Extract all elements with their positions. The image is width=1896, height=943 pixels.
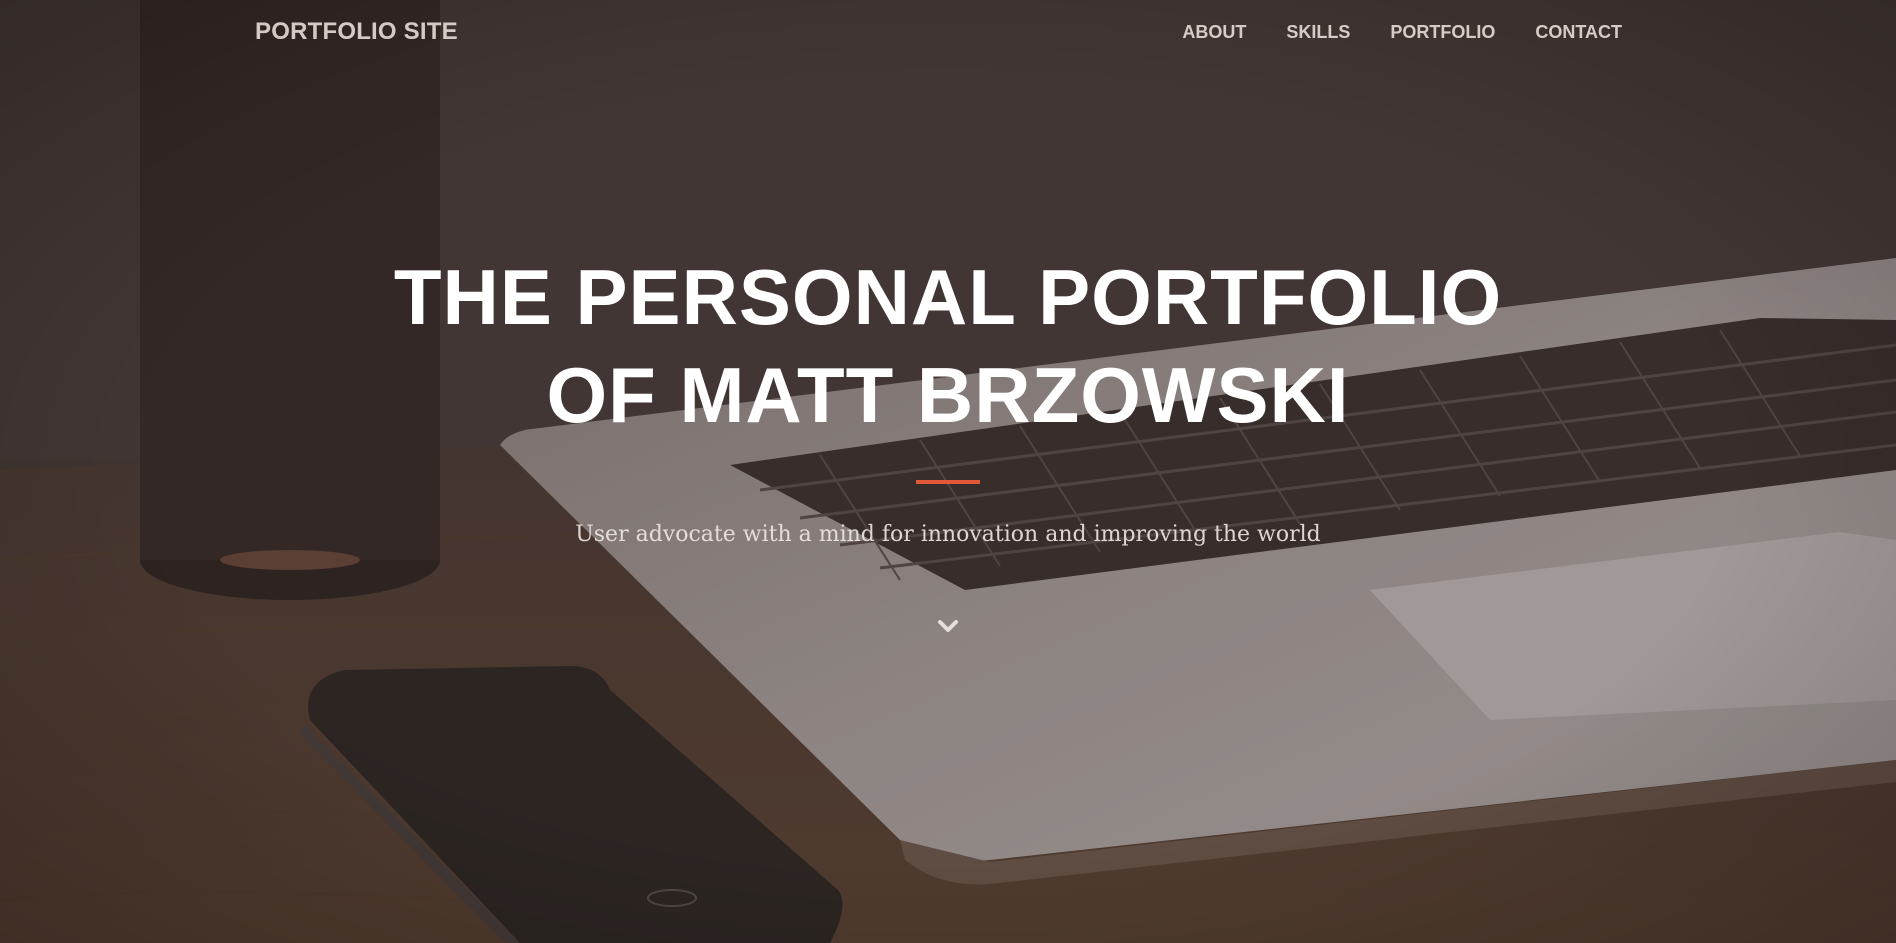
accent-divider bbox=[916, 480, 980, 484]
hero-content: THE PERSONAL PORTFOLIO OF MATT BRZOWSKI … bbox=[0, 248, 1896, 547]
nav-link-portfolio[interactable]: PORTFOLIO bbox=[1390, 22, 1495, 43]
chevron-down-icon[interactable] bbox=[936, 614, 960, 638]
nav-links: ABOUT SKILLS PORTFOLIO CONTACT bbox=[1182, 22, 1622, 43]
hero-headline-line2: OF MATT BRZOWSKI bbox=[546, 351, 1350, 439]
hero-tagline: User advocate with a mind for innovation… bbox=[575, 522, 1321, 547]
hero-section: PORTFOLIO SITE ABOUT SKILLS PORTFOLIO CO… bbox=[0, 0, 1896, 943]
brand-link[interactable]: PORTFOLIO SITE bbox=[255, 18, 458, 46]
hero-headline-line1: THE PERSONAL PORTFOLIO bbox=[393, 253, 1503, 341]
hero-headline: THE PERSONAL PORTFOLIO OF MATT BRZOWSKI bbox=[0, 248, 1896, 444]
nav-link-skills[interactable]: SKILLS bbox=[1286, 22, 1350, 43]
nav-link-contact[interactable]: CONTACT bbox=[1535, 22, 1622, 43]
nav-link-about[interactable]: ABOUT bbox=[1182, 22, 1246, 43]
top-navbar: PORTFOLIO SITE ABOUT SKILLS PORTFOLIO CO… bbox=[0, 0, 1896, 66]
